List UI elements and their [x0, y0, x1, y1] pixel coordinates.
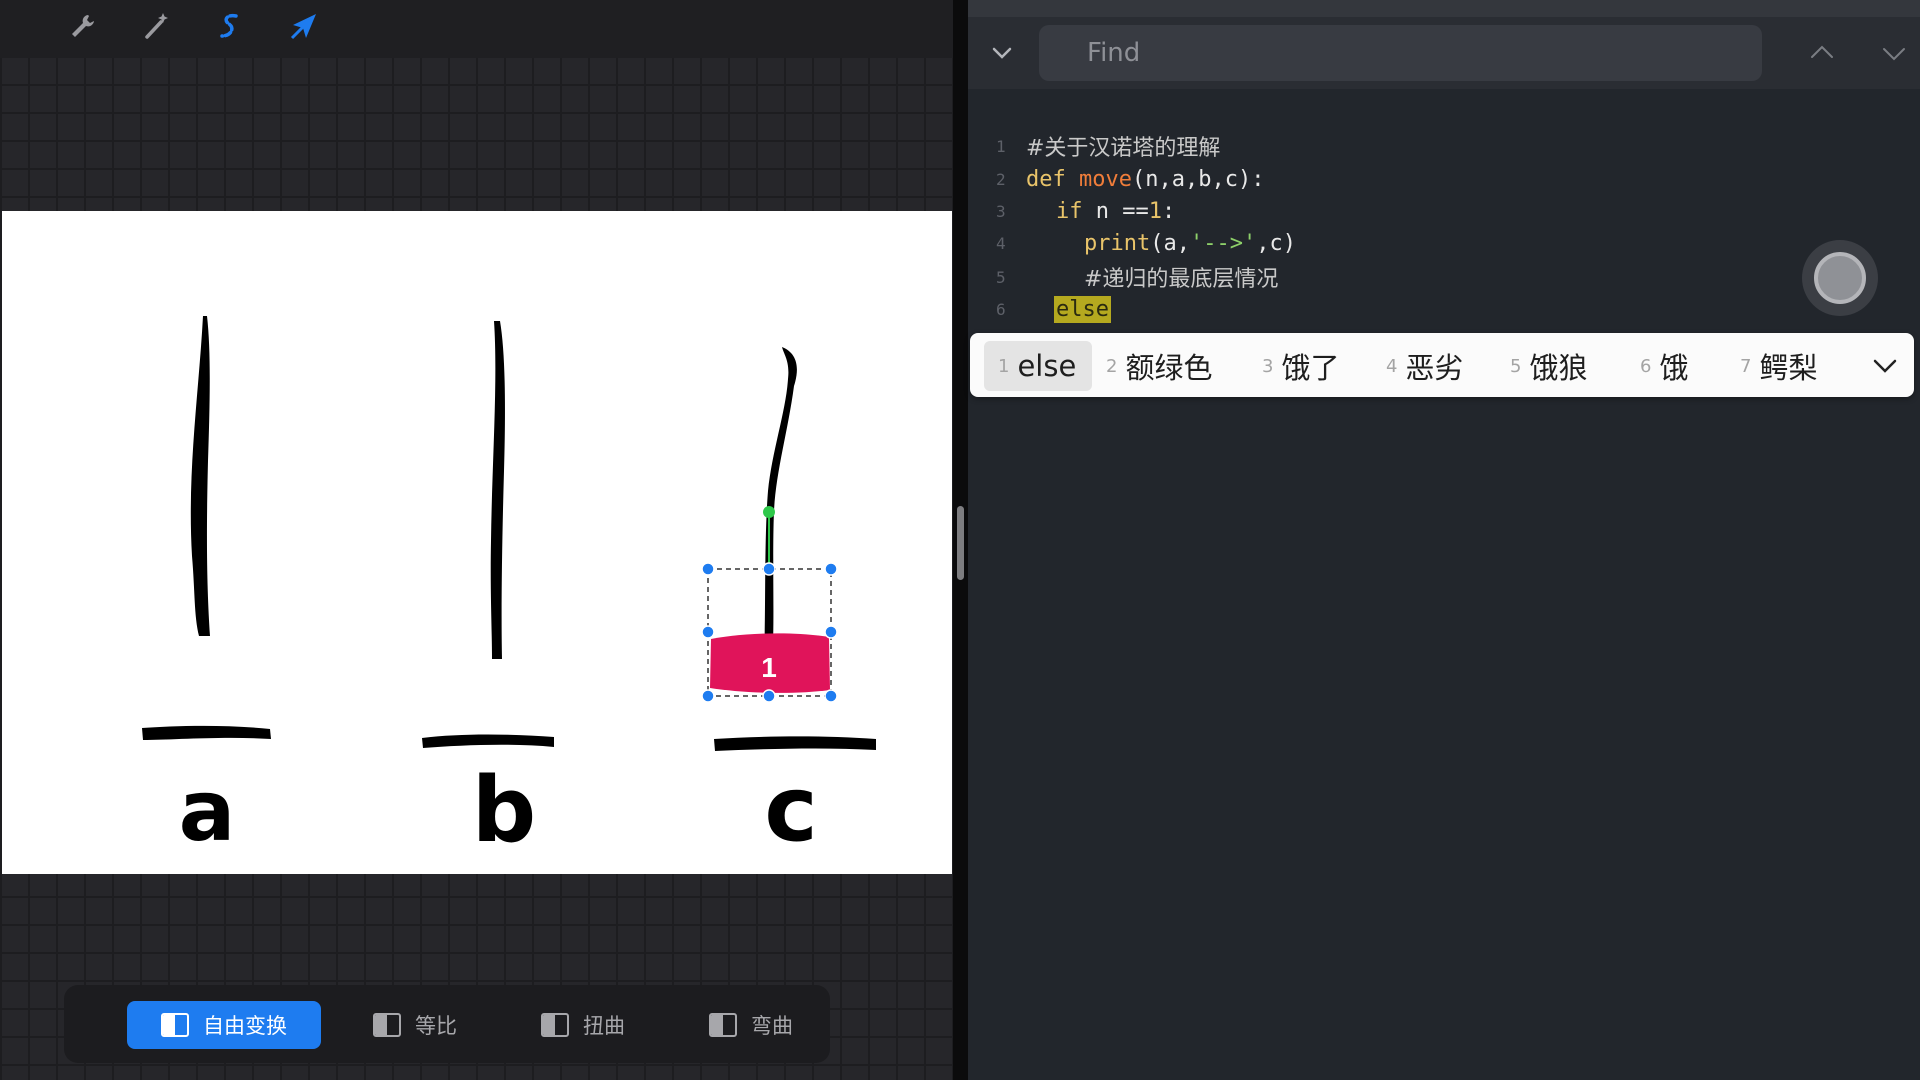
candidate-index: 5 — [1510, 355, 1522, 377]
line-number: 2 — [996, 169, 1006, 189]
candidate-index: 4 — [1386, 355, 1398, 377]
mode-label: 等比 — [415, 1014, 457, 1038]
ime-candidate[interactable]: 5 饿狼 — [1510, 341, 1587, 391]
ime-candidate-bar: 1 else 2 额绿色 3 饿了 4 恶劣 5 饿狼 6 饿 7 鳄梨 — [970, 333, 1914, 397]
free-transform-icon — [161, 1013, 189, 1037]
find-input[interactable] — [1039, 25, 1762, 81]
function-args: (n,a,b,c): — [1131, 166, 1265, 192]
mode-label: 弯曲 — [751, 1014, 793, 1038]
peg-label-a: a — [179, 762, 236, 860]
find-next-icon[interactable] — [1876, 35, 1912, 71]
code-line: 6 else — [968, 293, 1920, 325]
ime-candidate[interactable]: 2 额绿色 — [1106, 341, 1212, 391]
ime-candidate[interactable]: 3 饿了 — [1262, 341, 1339, 391]
mode-distort[interactable]: 扭曲 — [518, 1001, 648, 1049]
keyword-def: def — [1026, 166, 1066, 192]
peg-a — [142, 316, 271, 740]
drawing-canvas[interactable]: 1 a b c — [2, 211, 952, 874]
mode-uniform[interactable]: 等比 — [350, 1001, 480, 1049]
line-number: 3 — [996, 201, 1006, 221]
candidate-index: 7 — [1740, 355, 1752, 377]
candidate-word: 恶劣 — [1405, 351, 1464, 385]
print-args-open: (a, — [1150, 230, 1190, 256]
code-editor-panel: 1 #关于汉诺塔的理解 2 def move(n,a,b,c): 3 if n … — [968, 0, 1920, 1080]
assistive-touch-button[interactable] — [1802, 240, 1878, 316]
rotation-handle[interactable] — [763, 506, 775, 518]
number-literal: 1 — [1148, 198, 1162, 224]
code-line: 5 #递归的最底层情况 — [968, 261, 1920, 293]
builtin-print: print — [1084, 230, 1151, 256]
ime-candidate[interactable]: 6 饿 — [1640, 341, 1688, 391]
line-number: 6 — [996, 299, 1006, 319]
mode-free-transform[interactable]: 自由变换 — [127, 1001, 321, 1049]
magic-wand-icon[interactable] — [137, 6, 177, 46]
top-toolbar — [0, 0, 953, 58]
mode-label: 自由变换 — [203, 1014, 287, 1038]
code-line: 3 if n ==1: — [968, 195, 1920, 227]
wrench-icon[interactable] — [63, 6, 103, 46]
drawing-app-panel: 1 a b c 自由变换 等比 扭曲 弯曲 — [0, 0, 953, 1080]
candidate-index: 1 — [998, 355, 1010, 377]
candidate-word: 额绿色 — [1125, 351, 1213, 385]
candidate-word: 饿了 — [1281, 351, 1340, 385]
peg-label-b: b — [472, 758, 536, 863]
mode-warp[interactable]: 弯曲 — [686, 1001, 816, 1049]
candidate-index: 3 — [1262, 355, 1274, 377]
split-view-handle[interactable] — [957, 506, 964, 580]
candidate-index: 6 — [1640, 355, 1652, 377]
code-text: if n ==1: — [1056, 199, 1175, 224]
ime-candidate[interactable]: 4 恶劣 — [1386, 341, 1463, 391]
ime-candidate[interactable]: 7 鳄梨 — [1740, 341, 1817, 391]
find-previous-icon[interactable] — [1804, 35, 1840, 71]
warp-icon — [709, 1013, 737, 1037]
print-args-close: ,c) — [1256, 230, 1296, 256]
if-condition: n == — [1082, 198, 1149, 224]
string-literal: '-->' — [1189, 230, 1257, 256]
uniform-icon — [373, 1013, 401, 1037]
code-comment: #递归的最底层情况 — [1084, 267, 1279, 292]
selection-icon[interactable] — [210, 6, 250, 46]
candidate-word: 鳄梨 — [1759, 351, 1818, 385]
colon: : — [1161, 198, 1176, 224]
peg-label-c: c — [764, 757, 817, 862]
line-number: 1 — [996, 136, 1006, 156]
find-bar — [968, 17, 1920, 89]
candidate-word: 饿 — [1659, 351, 1689, 385]
chevron-down-icon[interactable] — [984, 35, 1020, 71]
code-line: 4 print(a,'-->',c) — [968, 227, 1920, 259]
code-comment: #关于汉诺塔的理解 — [1026, 136, 1221, 161]
candidate-index: 2 — [1106, 355, 1118, 377]
line-number: 4 — [996, 233, 1006, 253]
code-text: def move(n,a,b,c): — [1026, 167, 1264, 192]
mode-label: 扭曲 — [583, 1014, 625, 1038]
assistive-touch-icon — [1814, 252, 1866, 304]
disk-label: 1 — [761, 652, 777, 683]
chevron-down-icon[interactable] — [1868, 349, 1902, 383]
transform-mode-bar: 自由变换 等比 扭曲 弯曲 — [64, 985, 830, 1063]
distort-icon — [541, 1013, 569, 1037]
marked-text-else: else — [1054, 295, 1111, 323]
peg-b — [422, 321, 554, 748]
editor-top-strip — [968, 0, 1920, 17]
function-name: move — [1079, 166, 1132, 192]
code-line: 1 #关于汉诺塔的理解 — [968, 130, 1920, 162]
candidate-word: else — [1017, 349, 1077, 383]
code-text: else — [1054, 295, 1111, 323]
transform-arrow-icon[interactable] — [284, 6, 324, 46]
ime-candidate[interactable]: 1 else — [984, 341, 1093, 391]
line-number: 5 — [996, 267, 1006, 287]
code-line: 2 def move(n,a,b,c): — [968, 163, 1920, 195]
code-text: print(a,'-->',c) — [1084, 231, 1296, 256]
candidate-word: 饿狼 — [1529, 351, 1588, 385]
keyword-if: if — [1056, 198, 1083, 224]
